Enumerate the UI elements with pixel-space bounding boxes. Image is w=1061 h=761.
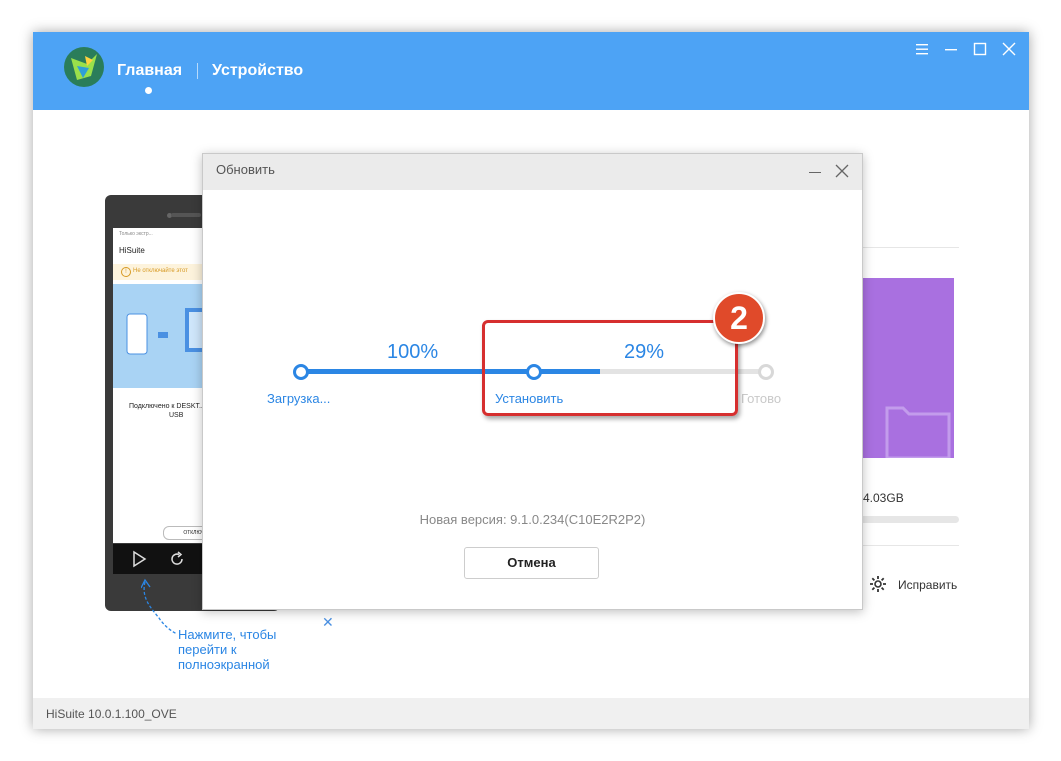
close-icon[interactable]	[1000, 40, 1018, 58]
app-header: Главная Устройство	[33, 32, 1029, 110]
hisuite-logo	[64, 47, 104, 87]
phone-speaker	[171, 213, 201, 217]
phone-warning-text: Не отключайте этот	[133, 268, 188, 274]
repair-button[interactable]: Исправить	[898, 578, 957, 592]
step-node-done	[758, 364, 774, 380]
step-node-download	[293, 364, 309, 380]
dialog-title-bar[interactable]: Обновить	[203, 154, 862, 190]
tooltip-close-icon[interactable]: ✕	[322, 614, 334, 631]
step-badge: 2	[713, 292, 765, 344]
active-tab-indicator	[145, 87, 152, 94]
app-version: HiSuite 10.0.1.100_OVE	[46, 707, 177, 721]
folder-icon	[885, 406, 951, 458]
dialog-close-icon[interactable]	[835, 164, 849, 178]
dialog-title: Обновить	[216, 162, 275, 177]
divider	[853, 247, 959, 248]
step-label-download: Загрузка...	[267, 391, 331, 406]
step-label-done: Готово	[741, 391, 782, 406]
storage-size: 4.03GB	[863, 491, 904, 505]
refresh-icon[interactable]	[168, 550, 186, 568]
fullscreen-tooltip: Нажмите, чтобы перейти к полноэкранной	[178, 627, 277, 671]
highlight-box	[482, 320, 738, 416]
storage-card[interactable]	[855, 278, 954, 458]
cancel-button[interactable]: Отмена	[464, 547, 599, 579]
download-percent: 100%	[387, 341, 439, 363]
tooltip-arrow-icon	[141, 578, 178, 635]
new-version-text: Новая версия: 9.1.0.234(C10E2R2P2)	[419, 512, 646, 527]
status-bar: HiSuite 10.0.1.100_OVE	[33, 698, 1029, 729]
storage-bar	[859, 516, 959, 523]
warning-icon: !	[121, 267, 131, 277]
play-icon[interactable]	[130, 550, 148, 568]
maximize-icon[interactable]	[971, 40, 989, 58]
phone-app-name: HiSuite	[119, 246, 145, 255]
nav-device-tab[interactable]: Устройство	[212, 62, 303, 80]
minimize-icon[interactable]	[942, 40, 960, 58]
gear-icon[interactable]	[869, 575, 887, 593]
phone-status-text: Только экстр...	[119, 231, 153, 237]
divider	[853, 545, 959, 546]
nav-home-tab[interactable]: Главная	[117, 62, 182, 80]
menu-icon[interactable]	[913, 40, 931, 58]
nav-separator	[197, 63, 198, 79]
dialog-minimize-icon[interactable]	[809, 172, 821, 173]
